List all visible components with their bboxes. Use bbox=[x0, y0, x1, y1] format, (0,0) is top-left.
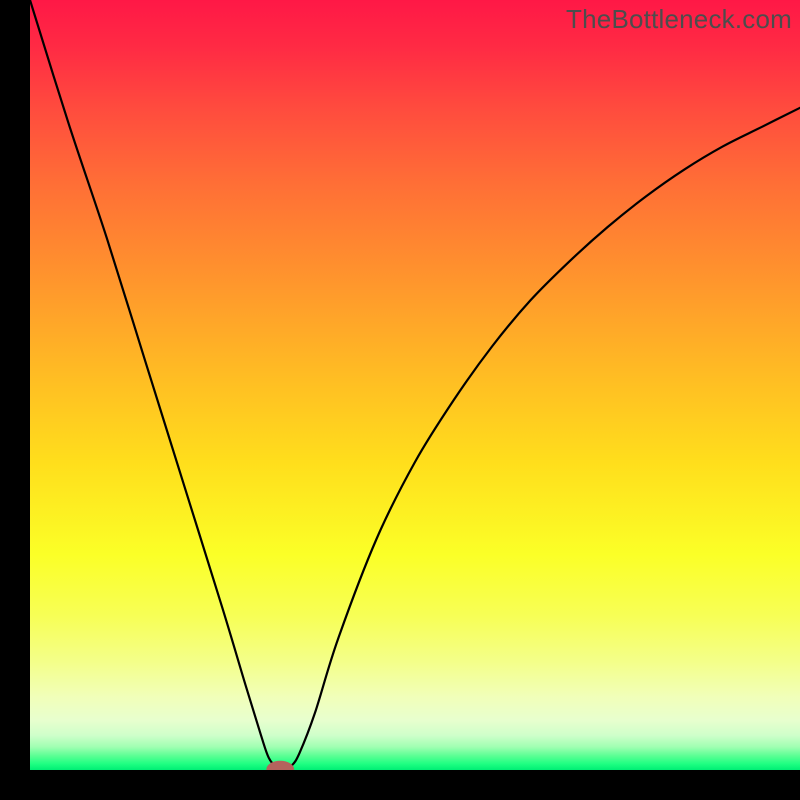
chart-frame bbox=[30, 0, 800, 770]
plot-svg bbox=[30, 0, 800, 770]
gradient-background bbox=[30, 0, 800, 770]
watermark-text: TheBottleneck.com bbox=[566, 4, 792, 35]
